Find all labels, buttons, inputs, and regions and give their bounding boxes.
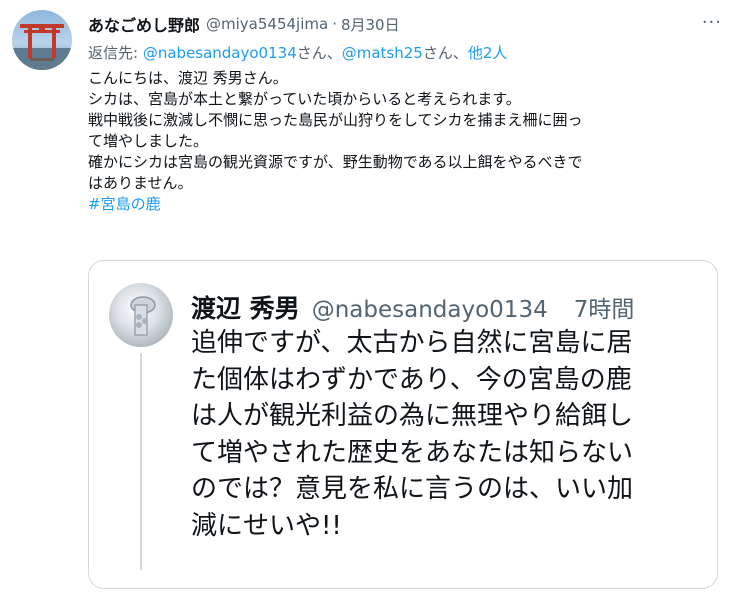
reply-to-user-1[interactable]: @nabesandayo0134 <box>143 44 297 62</box>
tweet-header: あなごめし野郎 @miya5454jima · 8月30日 <box>88 12 718 36</box>
quoted-text-line: た個体はわずかであり、今の宮島の鹿 <box>191 364 632 395</box>
quoted-handle: @nabesandayo0134 <box>311 297 548 323</box>
reply-to-line: 返信先: @nabesandayo0134さん、@matsh25さん、他2人 <box>88 42 718 63</box>
reply-to-user-2[interactable]: @matsh25 <box>342 44 423 62</box>
more-options-icon[interactable]: ··· <box>702 12 722 33</box>
quoted-text-line: は人が観光利益の為に無理やり給餌し <box>191 401 634 431</box>
tweet-text-line: シカは、宮島が本土と繋がっていた頃からいると考えられます。 <box>88 90 521 108</box>
display-name[interactable]: あなごめし野郎 <box>88 12 200 36</box>
reply-to-san-2: さん、 <box>422 44 468 62</box>
tweet-text-line: 確かにシカは宮島の観光資源ですが、野生動物である以上餌をやるべきで <box>88 153 583 171</box>
quoted-header: 渡辺 秀男 @nabesandayo0134 7時間 <box>191 289 697 325</box>
thread-line <box>140 353 142 570</box>
user-handle[interactable]: @miya5454jima <box>206 15 328 33</box>
avatar[interactable] <box>12 10 72 70</box>
quoted-text-line: 減にせいや!! <box>191 510 342 541</box>
quoted-text-line: のでは？意見を私に言うのは、いい加 <box>191 474 634 504</box>
tweet-date[interactable]: 8月30日 <box>341 14 400 35</box>
reply-to-san-1: さん、 <box>296 44 342 62</box>
quoted-time: 7時間 <box>573 297 635 323</box>
quoted-tweet-image[interactable]: 渡辺 秀男 @nabesandayo0134 7時間 追伸ですが、太古から自然に… <box>88 260 718 589</box>
quoted-text: 追伸ですが、太古から自然に宮島に居 た個体はわずかであり、今の宮島の鹿 は人が観… <box>191 325 693 544</box>
quoted-text-line: 追伸ですが、太古から自然に宮島に居 <box>191 328 633 358</box>
tweet-body: こんにちは、渡辺 秀男さん。 シカは、宮島が本土と繋がっていた頃からいると考えら… <box>88 68 724 215</box>
screenshot-content: 渡辺 秀男 @nabesandayo0134 7時間 追伸ですが、太古から自然に… <box>95 267 711 582</box>
reply-to-prefix: 返信先: <box>88 44 143 62</box>
reply-to-others[interactable]: 他2人 <box>468 44 508 62</box>
torii-icon <box>12 24 72 70</box>
quoted-text-line: て増やされた歴史をあなたは知らない <box>191 437 634 468</box>
separator-dot: · <box>332 15 337 33</box>
tweet-text-line: 戦中戦後に激減し不憫に思った島民が山狩りをしてシカを捕まえ柵に囲っ <box>88 111 583 129</box>
hashtag-link[interactable]: #宮島の鹿 <box>88 194 724 215</box>
tweet-text-line: はありません。 <box>88 174 193 192</box>
quoted-avatar <box>109 283 173 347</box>
tuba-icon <box>130 296 156 336</box>
quoted-display-name: 渡辺 秀男 <box>191 294 300 323</box>
tweet-text-line: こんにちは、渡辺 秀男さん。 <box>88 69 288 87</box>
tweet-text-line: て増やしました。 <box>88 132 209 150</box>
